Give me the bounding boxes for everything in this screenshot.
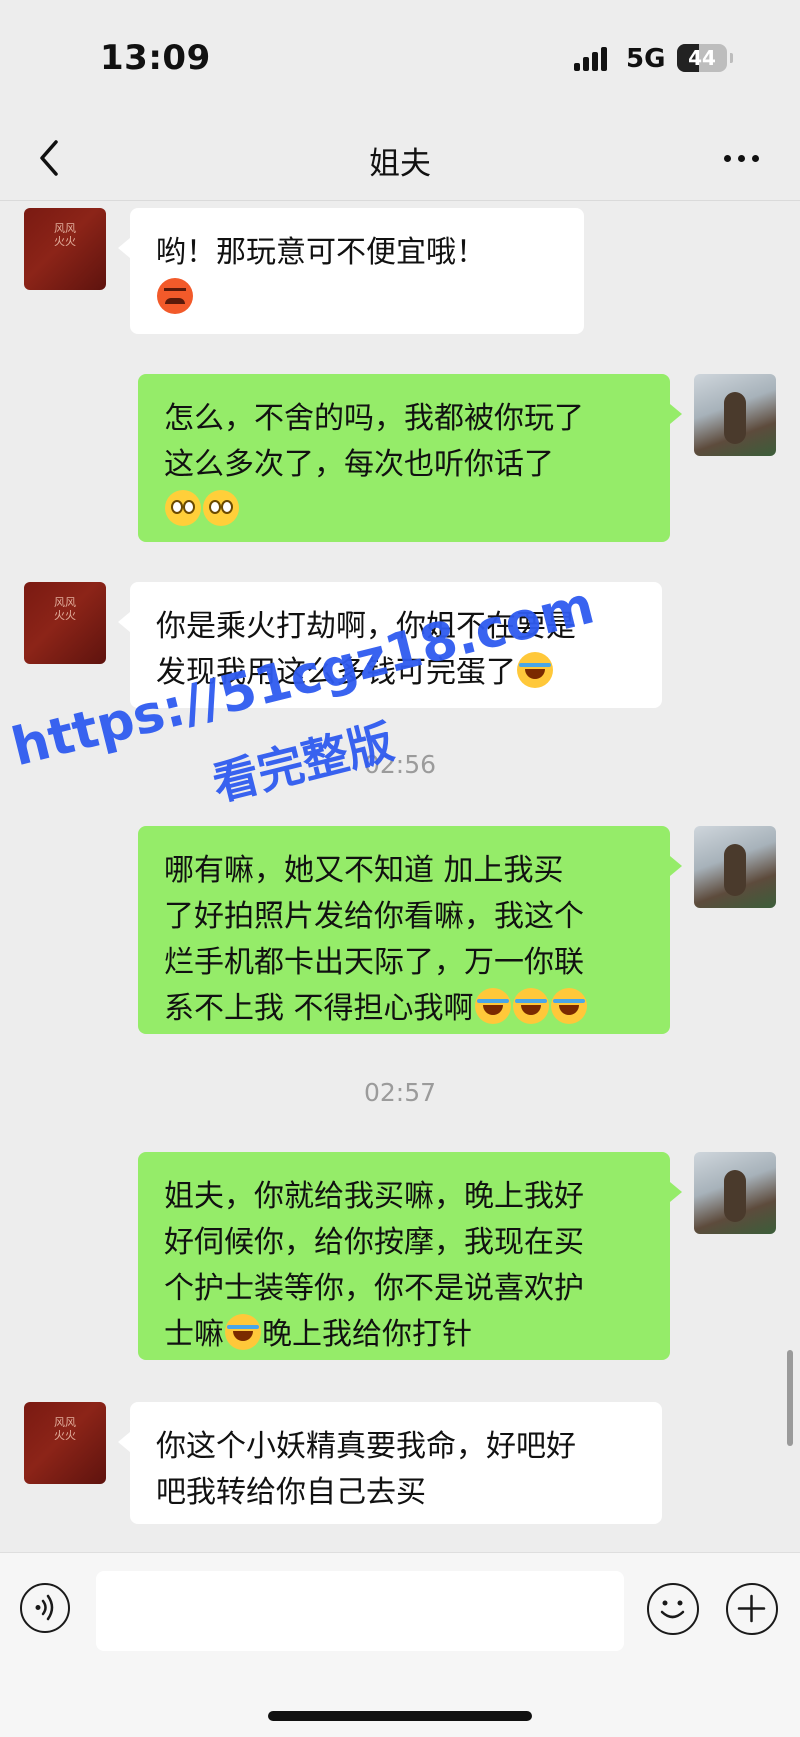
message-text: 了好拍照片发给你看嘛，我这个: [164, 899, 584, 934]
message-text: 吧我转给你自己去买: [156, 1475, 426, 1510]
message-text: 好伺候你，给你按摩，我现在买: [164, 1225, 584, 1260]
message-text: 烂手机都卡出天际了，万一你联: [164, 945, 584, 980]
laugh-cry-face-icon: [512, 988, 549, 1024]
status-bar: 13:09 5G 44: [0, 0, 800, 116]
message-text: 姐夫，你就给我买嘛，晚上我好: [164, 1179, 584, 1214]
laugh-cry-face-icon: [225, 1314, 261, 1350]
network-type: 5G: [626, 44, 666, 74]
message-timestamp: 02:56: [363, 750, 437, 779]
message-text: 发现我用这么多钱可完蛋了: [156, 655, 516, 690]
message-bubble-incoming[interactable]: 哟！那玩意可不便宜哦！: [118, 208, 584, 334]
message-bubble-outgoing[interactable]: 怎么，不舍的吗，我都被你玩了 这么多次了，每次也听你话了: [138, 374, 682, 542]
contact-avatar[interactable]: 风风火火: [24, 208, 106, 290]
message-timestamp: 02:57: [363, 1078, 437, 1107]
input-bar: [0, 1552, 800, 1737]
angry-face-icon: [157, 278, 193, 314]
contact-avatar[interactable]: 风风火火: [24, 1402, 106, 1484]
message-text: 个护士装等你，你不是说喜欢护: [164, 1271, 584, 1306]
signal-icon: [574, 47, 612, 71]
self-avatar[interactable]: [694, 826, 776, 908]
plus-icon: [737, 1594, 766, 1623]
message-text: 你这个小妖精真要我命，好吧好: [156, 1429, 576, 1464]
laugh-cry-face-icon: [550, 988, 587, 1024]
emoji-icon: [660, 1600, 685, 1619]
voice-button[interactable]: [20, 1583, 70, 1633]
message-text: 哟！那玩意可不便宜哦！: [156, 235, 486, 270]
smile-face-icon: [203, 490, 239, 526]
more-button[interactable]: [722, 146, 762, 170]
scrollbar[interactable]: [787, 1350, 793, 1446]
message-text: 怎么，不舍的吗，我都被你玩了: [164, 401, 584, 436]
chat-title: 姐夫: [369, 146, 431, 182]
contact-avatar[interactable]: 风风火火: [24, 582, 106, 664]
self-avatar[interactable]: [694, 1152, 776, 1234]
laugh-cry-face-icon: [517, 652, 553, 688]
battery-icon: 44: [677, 44, 733, 72]
message-text: 哪有嘛，她又不知道 加上我买: [164, 853, 564, 888]
message-text: 系不上我 不得担心我啊: [164, 991, 474, 1026]
smile-face-icon: [165, 490, 201, 526]
avatar-calligraphy: 风风火火: [54, 596, 76, 622]
self-avatar[interactable]: [694, 374, 776, 456]
battery-level: 44: [688, 46, 716, 70]
chat-header: 姐夫: [0, 116, 800, 201]
message-text: 晚上我给你打针: [262, 1317, 472, 1352]
status-time: 13:09: [100, 38, 211, 78]
avatar-calligraphy: 风风火火: [54, 1416, 76, 1442]
message-bubble-outgoing[interactable]: 姐夫，你就给我买嘛，晚上我好 好伺候你，给你按摩，我现在买 个护士装等你，你不是…: [138, 1152, 682, 1360]
message-bubble-incoming[interactable]: 你这个小妖精真要我命，好吧好 吧我转给你自己去买: [118, 1402, 662, 1524]
voice-icon: [35, 1594, 54, 1621]
message-bubble-incoming[interactable]: 你是乘火打劫啊，你姐不在要是 发现我用这么多钱可完蛋了: [118, 582, 662, 708]
plus-button[interactable]: [726, 1583, 778, 1635]
home-indicator[interactable]: [268, 1711, 532, 1721]
message-text: 你是乘火打劫啊，你姐不在要是: [156, 609, 576, 644]
message-bubble-outgoing[interactable]: 哪有嘛，她又不知道 加上我买 了好拍照片发给你看嘛，我这个 烂手机都卡出天际了，…: [138, 826, 682, 1034]
message-text: 士嘛: [164, 1317, 224, 1352]
emoji-button[interactable]: [647, 1583, 699, 1635]
laugh-cry-face-icon: [474, 988, 511, 1024]
avatar-calligraphy: 风风火火: [54, 222, 76, 248]
message-input[interactable]: [96, 1571, 624, 1651]
message-text: 这么多次了，每次也听你话了: [164, 447, 554, 482]
